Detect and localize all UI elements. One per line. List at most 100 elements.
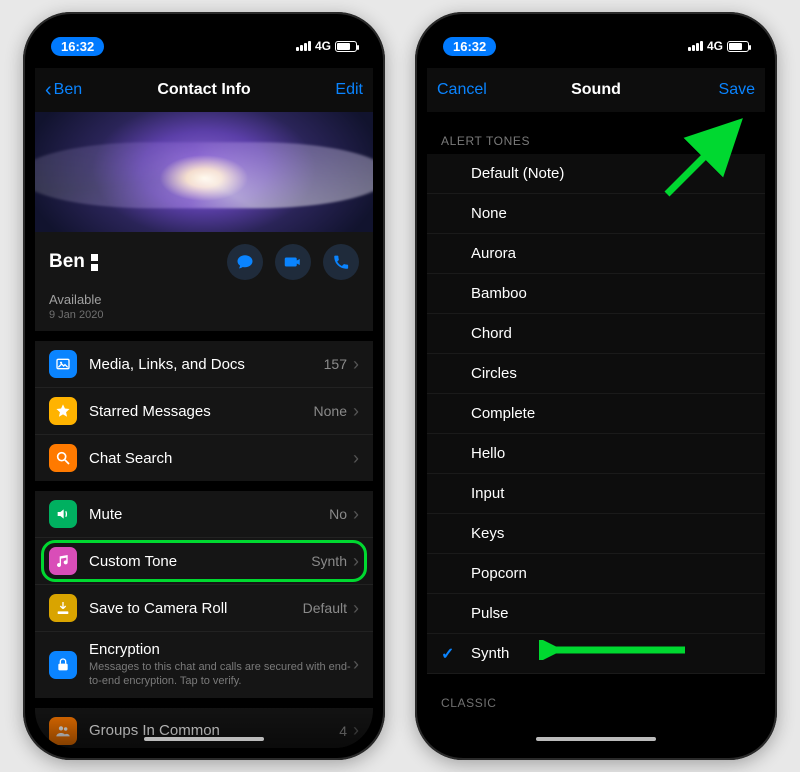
tone-row-complete[interactable]: Complete bbox=[427, 394, 765, 434]
contact-header: Ben bbox=[35, 232, 373, 331]
row-saveroll[interactable]: Save to Camera RollDefault › bbox=[35, 585, 373, 632]
nav-title: Contact Info bbox=[157, 81, 250, 99]
redacted-block bbox=[91, 254, 98, 271]
back-label: Ben bbox=[54, 81, 82, 99]
tone-row-none[interactable]: None bbox=[427, 194, 765, 234]
speaker-icon bbox=[49, 500, 77, 528]
chevron-right-icon: › bbox=[353, 354, 359, 375]
tone-label: Input bbox=[471, 485, 504, 502]
tone-label: Chord bbox=[471, 325, 512, 342]
chevron-right-icon: › bbox=[353, 720, 359, 741]
back-button[interactable]: ‹ Ben bbox=[45, 80, 105, 100]
cancel-button[interactable]: Cancel bbox=[437, 81, 497, 99]
star-icon bbox=[49, 397, 77, 425]
tone-row-default-note-[interactable]: Default (Note) bbox=[427, 154, 765, 194]
row-sub: Messages to this chat and calls are secu… bbox=[89, 660, 353, 689]
row-value: No bbox=[329, 506, 347, 522]
row-value: 4 bbox=[339, 723, 347, 739]
signal-icon bbox=[296, 41, 311, 51]
row-label: Mute bbox=[89, 506, 329, 523]
section-header: CLASSIC bbox=[427, 674, 765, 716]
edit-button[interactable]: Edit bbox=[303, 81, 363, 99]
network-label: 4G bbox=[707, 39, 723, 53]
row-media[interactable]: Media, Links, and Docs157 › bbox=[35, 341, 373, 388]
row-search[interactable]: Chat Search› bbox=[35, 435, 373, 481]
row-tone[interactable]: Custom ToneSynth › bbox=[35, 538, 373, 585]
signal-icon bbox=[688, 41, 703, 51]
tone-label: Keys bbox=[471, 525, 504, 542]
photo-icon bbox=[49, 350, 77, 378]
tone-label: Pulse bbox=[471, 605, 509, 622]
tone-row-aurora[interactable]: Aurora bbox=[427, 234, 765, 274]
tone-label: Popcorn bbox=[471, 565, 527, 582]
check-icon: ✓ bbox=[441, 644, 454, 664]
chevron-right-icon: › bbox=[353, 504, 359, 525]
tone-row-pulse[interactable]: Pulse bbox=[427, 594, 765, 634]
row-starred[interactable]: Starred MessagesNone › bbox=[35, 388, 373, 435]
notch bbox=[124, 24, 284, 50]
video-icon bbox=[284, 253, 302, 271]
tone-label: Bamboo bbox=[471, 285, 527, 302]
row-label: Save to Camera Roll bbox=[89, 600, 303, 617]
search-icon bbox=[49, 444, 77, 472]
tone-row-keys[interactable]: Keys bbox=[427, 514, 765, 554]
row-label: Starred Messages bbox=[89, 403, 314, 420]
video-call-button[interactable] bbox=[275, 244, 311, 280]
chevron-right-icon: › bbox=[353, 448, 359, 469]
tone-row-circles[interactable]: Circles bbox=[427, 354, 765, 394]
row-value: None bbox=[314, 403, 347, 419]
row-value: Synth bbox=[311, 553, 347, 569]
row-label: Media, Links, and Docs bbox=[89, 356, 324, 373]
voice-call-button[interactable] bbox=[323, 244, 359, 280]
network-label: 4G bbox=[315, 39, 331, 53]
tone-row-synth[interactable]: ✓ Synth bbox=[427, 634, 765, 674]
tone-row-input[interactable]: Input bbox=[427, 474, 765, 514]
status-text: Available bbox=[49, 292, 359, 307]
chevron-right-icon: › bbox=[353, 551, 359, 572]
battery-icon bbox=[727, 41, 749, 52]
music-icon bbox=[49, 547, 77, 575]
tone-row-hello[interactable]: Hello bbox=[427, 434, 765, 474]
status-time: 16:32 bbox=[51, 37, 104, 56]
people-icon bbox=[49, 717, 77, 745]
tone-row-chord[interactable]: Chord bbox=[427, 314, 765, 354]
nav-title: Sound bbox=[571, 81, 621, 99]
row-label: Custom Tone bbox=[89, 553, 311, 570]
chevron-right-icon: › bbox=[353, 401, 359, 422]
contact-photo[interactable] bbox=[35, 112, 373, 232]
status-date: 9 Jan 2020 bbox=[49, 309, 359, 321]
tone-row-bamboo[interactable]: Bamboo bbox=[427, 274, 765, 314]
chevron-left-icon: ‹ bbox=[45, 80, 52, 100]
row-value: Default bbox=[303, 600, 347, 616]
status-time: 16:32 bbox=[443, 37, 496, 56]
row-label: Chat Search bbox=[89, 450, 353, 467]
tone-label: Hello bbox=[471, 445, 505, 462]
chevron-right-icon: › bbox=[353, 598, 359, 619]
tone-row-popcorn[interactable]: Popcorn bbox=[427, 554, 765, 594]
section-header: ALERT TONES bbox=[427, 112, 765, 154]
download-icon bbox=[49, 594, 77, 622]
message-button[interactable] bbox=[227, 244, 263, 280]
row-groups[interactable]: Groups In Common4› bbox=[35, 708, 373, 748]
tone-label: Complete bbox=[471, 405, 535, 422]
home-indicator[interactable] bbox=[536, 737, 656, 741]
battery-icon bbox=[335, 41, 357, 52]
home-indicator[interactable] bbox=[144, 737, 264, 741]
tone-label: None bbox=[471, 205, 507, 222]
phone-right: 16:32 4G Cancel Sound Save ALERT TONES De… bbox=[415, 12, 777, 760]
chat-bubble-icon bbox=[236, 253, 254, 271]
row-mute[interactable]: MuteNo › bbox=[35, 491, 373, 538]
row-value: 157 bbox=[324, 356, 347, 372]
row-label: Encryption bbox=[89, 641, 353, 658]
notch bbox=[516, 24, 676, 50]
row-encryption[interactable]: Encryption Messages to this chat and call… bbox=[35, 632, 373, 698]
tone-label: Synth bbox=[471, 645, 509, 662]
lock-icon bbox=[49, 651, 77, 679]
save-button[interactable]: Save bbox=[695, 81, 755, 99]
tone-label: Default (Note) bbox=[471, 165, 564, 182]
phone-icon bbox=[332, 253, 350, 271]
tone-label: Aurora bbox=[471, 245, 516, 262]
tone-label: Circles bbox=[471, 365, 517, 382]
phone-left: 16:32 4G ‹ Ben Contact Info Edit Ben bbox=[23, 12, 385, 760]
contact-name: Ben bbox=[49, 251, 98, 273]
